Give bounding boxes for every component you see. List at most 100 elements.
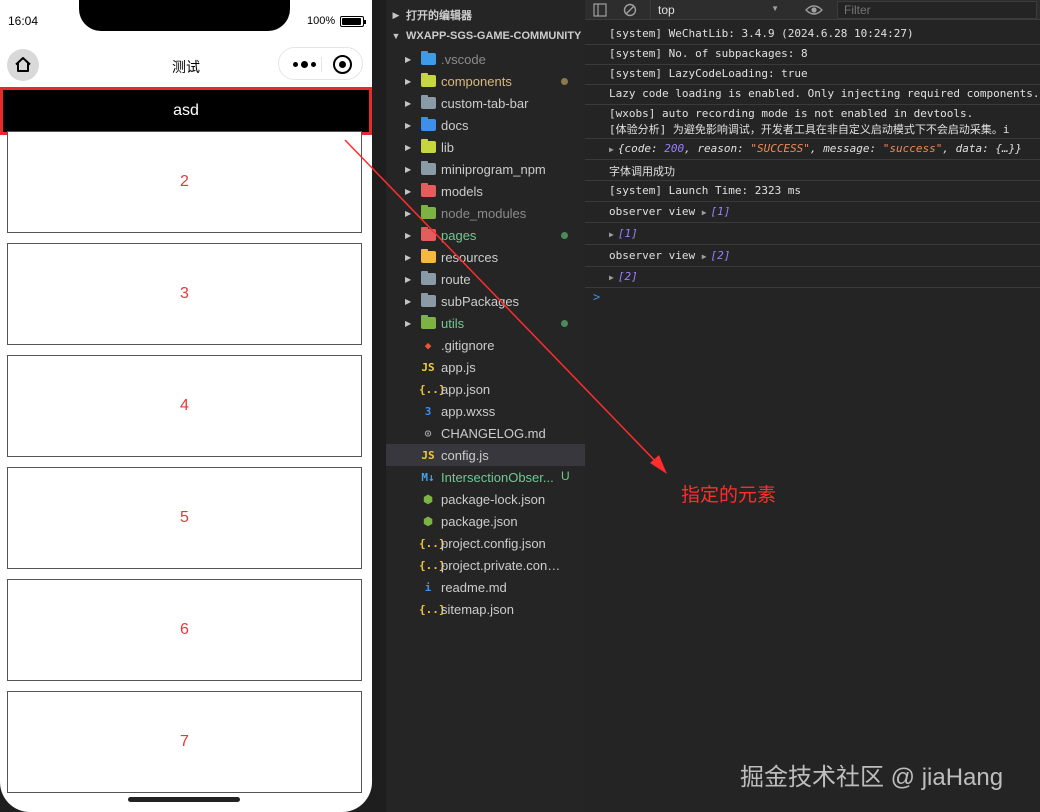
tree-item-label: subPackages [441, 293, 520, 309]
expand-caret-icon: ▶ [609, 273, 614, 282]
expand-caret-icon[interactable]: ▶ [702, 252, 707, 261]
console-prompt[interactable]: > [593, 290, 1024, 304]
more-dots-icon[interactable] [289, 55, 319, 73]
tree-folder[interactable]: ▶ .vscode [386, 48, 585, 70]
tree-folder[interactable]: ▶ pages [386, 224, 585, 246]
project-header[interactable]: ▼ WXAPP-SGS-GAME-COMMUNITY [386, 25, 585, 47]
tree-file[interactable]: {..} sitemap.json [386, 598, 585, 620]
obj-value: "success" [882, 142, 943, 155]
tree-file[interactable]: ⬢ package.json [386, 510, 585, 532]
components-folder-icon [421, 73, 436, 87]
tree-file[interactable]: M↓ IntersectionObser... U [386, 466, 585, 488]
close-miniprogram-icon[interactable] [333, 55, 352, 74]
chevron-right-icon[interactable]: ▶ [405, 253, 411, 262]
expand-caret-icon[interactable]: ▶ [702, 208, 707, 217]
chevron-right-icon[interactable]: ▶ [405, 231, 411, 240]
tree-item-label: CHANGELOG.md [441, 425, 546, 441]
tree-folder[interactable]: ▶ components [386, 70, 585, 92]
chevron-right-icon[interactable]: ▶ [405, 165, 411, 174]
chevron-right-icon: ▶ [392, 9, 400, 20]
watermark: 掘金技术社区 @ jiaHang [740, 764, 1004, 791]
tree-folder[interactable]: ▶ models [386, 180, 585, 202]
folder-icon [421, 95, 436, 109]
utils-folder-icon [421, 315, 436, 329]
chevron-right-icon[interactable]: ▶ [405, 99, 411, 108]
chevron-right-icon[interactable]: ▶ [405, 209, 411, 218]
tree-item-label: package.json [441, 513, 518, 529]
tree-folder[interactable]: ▶ resources [386, 246, 585, 268]
tree-file[interactable]: JS config.js [386, 444, 585, 466]
obj-key: reason [697, 142, 738, 155]
info-file-icon: i [424, 580, 432, 594]
expand-caret-icon: ▶ [609, 230, 614, 239]
log-observer-line: observer view ▶ [1] [609, 205, 1040, 218]
tree-folder[interactable]: ▶ subPackages [386, 290, 585, 312]
tree-file[interactable]: ⊙ CHANGELOG.md [386, 422, 585, 444]
tree-item-label: docs [441, 117, 469, 133]
chevron-right-icon[interactable]: ▶ [405, 187, 411, 196]
list-item-label: 7 [180, 733, 189, 750]
log-divider [585, 44, 1040, 45]
chevron-down-icon: ▼ [391, 31, 401, 41]
list-item: 7 [7, 691, 362, 793]
chevron-right-icon[interactable]: ▶ [405, 55, 411, 64]
open-editors-header[interactable]: ▶ 打开的编辑器 [386, 4, 585, 26]
tree-folder[interactable]: ▶ utils [386, 312, 585, 334]
tree-folder[interactable]: ▶ node_modules [386, 202, 585, 224]
vscode-folder-icon [421, 51, 436, 65]
tree-item-label: .gitignore [441, 337, 495, 353]
chevron-right-icon[interactable]: ▶ [405, 297, 411, 306]
chevron-right-icon[interactable]: ▶ [405, 77, 411, 86]
folder-icon [421, 161, 436, 175]
obj-key: data [955, 142, 983, 155]
battery-percent: 100% [307, 15, 336, 27]
chevron-right-icon[interactable]: ▶ [405, 143, 411, 152]
tree-folder[interactable]: ▶ route [386, 268, 585, 290]
log-divider [585, 222, 1040, 223]
tree-item-label: project.config.json [441, 535, 546, 551]
tree-item-label: .vscode [441, 51, 486, 67]
array-preview[interactable]: [2] [711, 249, 731, 262]
home-indicator [128, 797, 240, 802]
tree-file[interactable]: {..} project.config.json [386, 532, 585, 554]
eye-icon[interactable] [805, 3, 823, 17]
filter-input[interactable] [837, 1, 1037, 19]
log-divider [585, 104, 1040, 105]
sidebar-toggle-icon[interactable] [593, 3, 607, 17]
tree-file[interactable]: i readme.md [386, 576, 585, 598]
tree-item-label: project.private.config.js... [441, 557, 563, 573]
array-preview[interactable]: [1] [711, 205, 731, 218]
tree-folder[interactable]: ▶ lib [386, 136, 585, 158]
tree-item-label: lib [441, 139, 455, 155]
list-item: 3 [7, 243, 362, 345]
file-explorer: ▶ 打开的编辑器 ▼ WXAPP-SGS-GAME-COMMUNITY ▶ .vs… [386, 0, 585, 812]
tree-file[interactable]: ⬢ package-lock.json [386, 488, 585, 510]
array-preview: [1] [617, 227, 638, 240]
log-array-line[interactable]: ▶ [1] [609, 227, 1040, 240]
chevron-right-icon[interactable]: ▶ [405, 275, 411, 284]
tree-file[interactable]: ◆ .gitignore [386, 334, 585, 356]
log-observer-line: observer view ▶ [2] [609, 249, 1040, 262]
tree-file[interactable]: JS app.js [386, 356, 585, 378]
chevron-right-icon[interactable]: ▶ [405, 319, 411, 328]
git-status-dot [561, 232, 568, 239]
pages-folder-icon [421, 227, 436, 241]
clear-console-icon[interactable] [623, 3, 637, 17]
log-array-line[interactable]: ▶ [2] [609, 270, 1040, 283]
chevron-right-icon[interactable]: ▶ [405, 121, 411, 130]
tree-file[interactable]: {..} app.json [386, 378, 585, 400]
git-status-dot [561, 78, 568, 85]
tree-folder[interactable]: ▶ miniprogram_npm [386, 158, 585, 180]
context-select[interactable]: top ▼ [650, 0, 785, 20]
log-divider [585, 64, 1040, 65]
tree-folder[interactable]: ▶ custom-tab-bar [386, 92, 585, 114]
battery-icon [340, 16, 366, 27]
phone-screen: 16:04 100% 测试 asd 2 3 4 5 6 7 [0, 0, 372, 812]
tree-file[interactable]: {..}project.private.config.js... [386, 554, 585, 576]
tree-folder[interactable]: ▶ docs [386, 114, 585, 136]
log-line: [体验分析] 为避免影响调试，开发者工具在非自定义启动模式下不会启动采集。i [609, 123, 1010, 136]
log-object-line[interactable]: ▶ {code: 200, reason: "SUCCESS", message:… [609, 142, 1040, 155]
log-divider [585, 138, 1040, 139]
git-icon: ◆ [424, 338, 432, 352]
tree-file[interactable]: 3 app.wxss [386, 400, 585, 422]
